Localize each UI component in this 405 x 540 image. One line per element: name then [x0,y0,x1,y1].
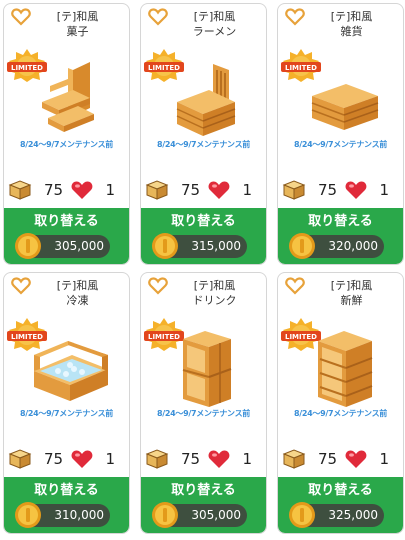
item-stats: 75 1 [4,178,129,202]
item-stats: 75 1 [4,447,129,471]
gold-coin-icon [152,502,178,528]
wood-box-icon [282,180,306,200]
gold-coin-icon [15,502,41,528]
exchange-button[interactable]: 取り替える 320,000 [278,208,403,264]
favorite-heart-icon[interactable] [148,8,168,26]
exchange-label: 取り替える [171,483,236,498]
red-heart-icon [345,450,367,468]
favorite-heart-icon[interactable] [148,277,168,295]
material-quantity: 75 [181,450,201,468]
item-category: [テ]和風 [56,279,99,292]
reward-card[interactable]: [テ]和風 ドリンク LIMITED 8/24～9/7メンテナンス前 75 1 … [140,272,267,534]
item-name: 新鮮 [340,294,363,307]
reward-card[interactable]: [テ]和風 新鮮 LIMITED 8/24～9/7メンテナンス前 75 1 取り… [277,272,404,534]
item-name: ドリンク [192,294,237,307]
wood-box-icon [282,449,306,469]
favorite-heart-icon[interactable] [11,277,31,295]
gold-coin-icon [289,233,315,259]
wood-box-icon [8,449,32,469]
price-value: 320,000 [328,239,378,253]
price-value: 310,000 [54,508,104,522]
exchange-label: 取り替える [308,483,373,498]
favorite-heart-icon[interactable] [285,8,305,26]
exchange-label: 取り替える [34,483,99,498]
furniture-low-table-icon [311,84,379,130]
item-stats: 75 1 [278,178,403,202]
maintenance-notice: 8/24～9/7メンテナンス前 [19,140,113,149]
heart-count: 1 [379,181,389,199]
maintenance-notice: 8/24～9/7メンテナンス前 [156,409,250,418]
exchange-label: 取り替える [34,214,99,229]
wood-box-icon [145,449,169,469]
heart-count: 1 [105,450,115,468]
material-quantity: 75 [44,181,64,199]
item-category: [テ]和風 [56,10,99,23]
item-stats: 75 1 [141,178,266,202]
reward-card[interactable]: [テ]和風 ラーメン LIMITED 8/24～9/7メンテナンス前 75 1 … [140,3,267,265]
item-category: [テ]和風 [330,279,373,292]
exchange-button[interactable]: 取り替える 305,000 [141,477,266,533]
reward-card[interactable]: [テ]和風 菓子 LIMITED 8/24～9/7メンテナンス前 75 1 取り… [3,3,130,265]
item-category: [テ]和風 [330,10,373,23]
wood-box-icon [145,180,169,200]
item-name: 雑貨 [340,25,363,38]
exchange-button[interactable]: 取り替える 310,000 [4,477,129,533]
material-quantity: 75 [318,450,338,468]
furniture-tall-shelf-icon [182,331,232,407]
item-stats: 75 1 [278,447,403,471]
price-value: 315,000 [191,239,241,253]
price-value: 305,000 [54,239,104,253]
furniture-freezer-case-icon [34,341,108,401]
heart-count: 1 [242,181,252,199]
maintenance-notice: 8/24～9/7メンテナンス前 [19,409,113,418]
item-category: [テ]和風 [193,279,236,292]
red-heart-icon [345,181,367,199]
gold-coin-icon [15,233,41,259]
red-heart-icon [71,450,93,468]
reward-grid: [テ]和風 菓子 LIMITED 8/24～9/7メンテナンス前 75 1 取り… [0,0,405,540]
red-heart-icon [208,181,230,199]
furniture-step-shelf-icon [42,62,94,132]
red-heart-icon [71,181,93,199]
maintenance-notice: 8/24～9/7メンテナンス前 [293,140,387,149]
favorite-heart-icon[interactable] [285,277,305,295]
heart-count: 1 [379,450,389,468]
item-category: [テ]和風 [193,10,236,23]
exchange-button[interactable]: 取り替える 315,000 [141,208,266,264]
furniture-counter-chair-icon [176,64,236,136]
exchange-button[interactable]: 取り替える 325,000 [278,477,403,533]
reward-card[interactable]: [テ]和風 冷凍 LIMITED 8/24～9/7メンテナンス前 75 1 取り… [3,272,130,534]
heart-count: 1 [242,450,252,468]
maintenance-notice: 8/24～9/7メンテナンス前 [156,140,250,149]
wood-box-icon [8,180,32,200]
exchange-label: 取り替える [308,214,373,229]
gold-coin-icon [289,502,315,528]
item-stats: 75 1 [141,447,266,471]
item-name: 菓子 [66,25,89,38]
material-quantity: 75 [44,450,64,468]
item-name: ラーメン [192,25,237,38]
favorite-heart-icon[interactable] [11,8,31,26]
exchange-button[interactable]: 取り替える 305,000 [4,208,129,264]
item-name: 冷凍 [66,294,89,307]
material-quantity: 75 [181,181,201,199]
price-value: 305,000 [191,508,241,522]
price-value: 325,000 [328,508,378,522]
furniture-rack-icon [318,331,373,407]
red-heart-icon [208,450,230,468]
material-quantity: 75 [318,181,338,199]
heart-count: 1 [105,181,115,199]
maintenance-notice: 8/24～9/7メンテナンス前 [293,409,387,418]
exchange-label: 取り替える [171,214,236,229]
reward-card[interactable]: [テ]和風 雑貨 LIMITED 8/24～9/7メンテナンス前 75 1 取り… [277,3,404,265]
gold-coin-icon [152,233,178,259]
